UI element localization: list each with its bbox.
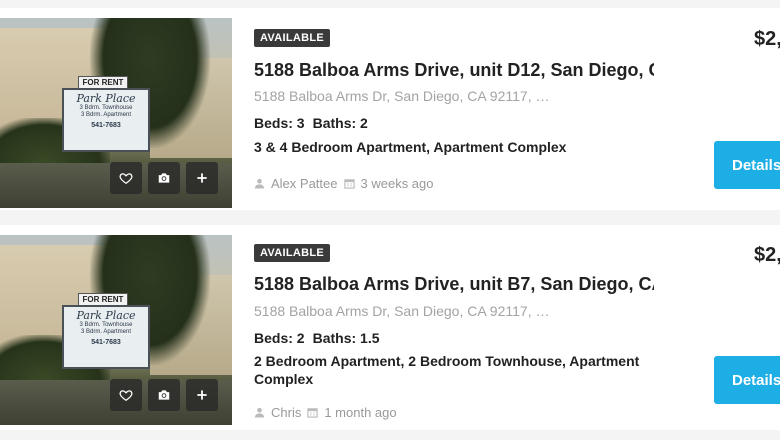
listing-price: $2,	[754, 28, 780, 50]
status-badge: AVAILABLE	[254, 244, 331, 262]
photos-button[interactable]	[148, 379, 180, 411]
listing-photo[interactable]: FOR RENT Park Place 3 Bdrm. Townhouse 3 …	[0, 18, 232, 208]
listing-card: FOR RENT Park Place 3 Bdrm. Townhouse 3 …	[0, 225, 780, 430]
listing-address: 5188 Balboa Arms Dr, San Diego, CA 92117…	[254, 303, 550, 319]
user-icon	[254, 178, 265, 189]
user-icon	[254, 407, 265, 418]
listing-address: 5188 Balboa Arms Dr, San Diego, CA 92117…	[254, 88, 550, 104]
listing-meta: Alex Pattee 3 weeks ago	[254, 176, 434, 191]
listing-title[interactable]: 5188 Balboa Arms Drive, unit D12, San Di…	[254, 60, 654, 81]
calendar-icon	[307, 408, 318, 418]
compare-button[interactable]	[186, 379, 218, 411]
listing-specs: Beds: 3 Baths: 2	[254, 115, 376, 131]
baths-count: Baths: 1.5	[312, 330, 380, 346]
property-types: 2 Bedroom Apartment, 2 Bedroom Townhouse…	[254, 353, 640, 387]
baths-count: Baths: 2	[312, 115, 368, 131]
photos-button[interactable]	[148, 162, 180, 194]
rent-sign: Park Place 3 Bdrm. Townhouse 3 Bdrm. Apa…	[62, 305, 150, 369]
status-badge: AVAILABLE	[254, 29, 331, 47]
listing-card: FOR RENT Park Place 3 Bdrm. Townhouse 3 …	[0, 8, 780, 210]
favorite-button[interactable]	[110, 379, 142, 411]
plus-icon	[197, 390, 207, 400]
compare-button[interactable]	[186, 162, 218, 194]
heart-icon	[119, 390, 133, 402]
favorite-button[interactable]	[110, 162, 142, 194]
beds-count: Beds: 2	[254, 330, 305, 346]
author-name[interactable]: Alex Pattee	[271, 176, 338, 191]
camera-icon	[158, 173, 170, 183]
camera-icon	[158, 390, 170, 400]
listing-title[interactable]: 5188 Balboa Arms Drive, unit B7, San Die…	[254, 274, 654, 295]
posted-date: 3 weeks ago	[360, 176, 434, 191]
listing-photo[interactable]: FOR RENT Park Place 3 Bdrm. Townhouse 3 …	[0, 235, 232, 425]
author-name[interactable]: Chris	[271, 405, 301, 420]
plus-icon	[197, 173, 207, 183]
listing-price: $2,	[754, 244, 780, 266]
details-button[interactable]: Details	[714, 141, 780, 189]
posted-date: 1 month ago	[324, 405, 397, 420]
property-types: 3 & 4 Bedroom Apartment, Apartment Compl…	[254, 139, 567, 155]
heart-icon	[119, 173, 133, 185]
rent-sign: Park Place 3 Bdrm. Townhouse 3 Bdrm. Apa…	[62, 88, 150, 152]
listing-meta: Chris 1 month ago	[254, 405, 397, 420]
details-button[interactable]: Details	[714, 356, 780, 404]
beds-count: Beds: 3	[254, 115, 305, 131]
calendar-icon	[343, 179, 355, 189]
listing-specs: Beds: 2 Baths: 1.5	[254, 330, 388, 346]
